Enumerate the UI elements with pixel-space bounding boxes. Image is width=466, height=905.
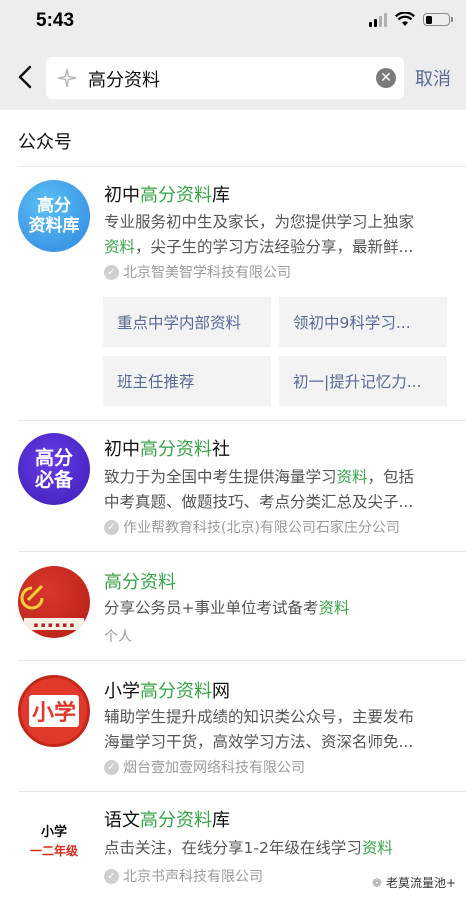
account-item[interactable]: ▪ ▪ ▪ ▪ ▪ ▪ 高分资料 分享公务员+事业单位考试备考资料 个人 xyxy=(0,552,466,660)
sparkle-icon xyxy=(57,68,77,88)
wifi-icon xyxy=(395,12,415,26)
account-item[interactable]: 高分 资料库 初中高分资料库 专业服务初中生及家长，为您提供学习上独家 资料，尖… xyxy=(0,170,466,420)
account-description: 致力于为全国中考生提供海量学习资料，包括 中考真题、做题技巧、考点分类汇总及尖子… xyxy=(104,468,415,511)
avatar: 小学 xyxy=(18,675,90,747)
avatar: ▪ ▪ ▪ ▪ ▪ ▪ xyxy=(18,566,90,638)
account-name: 小学高分资料网 xyxy=(104,681,230,702)
search-query: 高分资料 xyxy=(88,70,160,91)
account-organization: ✓ 北京书声科技有限公司 xyxy=(104,866,263,886)
menu-button[interactable]: 领初中9科学习... xyxy=(279,297,447,347)
account-name: 高分资料 xyxy=(104,572,176,593)
back-button[interactable] xyxy=(12,62,38,92)
account-organization: ✓ 北京智美智学科技有限公司 xyxy=(104,262,291,282)
emblem-icon: ▪ ▪ ▪ ▪ ▪ ▪ xyxy=(20,584,84,630)
account-item[interactable]: 小学 小学高分资料网 辅助学生提升成绩的知识类公众号，主要发布 海量学习干货，高… xyxy=(0,661,466,791)
clear-button[interactable]: ✕ xyxy=(376,68,396,88)
account-organization: 个人 xyxy=(104,629,132,645)
avatar: 高分 必备 xyxy=(18,433,90,505)
account-description: 点击关注，在线分享1-2年级在线学习资料 xyxy=(104,839,393,857)
account-description: 分享公务员+事业单位考试备考资料 xyxy=(104,599,350,617)
wechat-icon: ❁ xyxy=(371,875,382,890)
menu-button[interactable]: 初一|提升记忆力... xyxy=(279,356,447,406)
account-description: 专业服务初中生及家长，为您提供学习上独家 资料，尖子生的学习方法经验分享，最新鲜… xyxy=(104,213,415,256)
verified-icon: ✓ xyxy=(104,759,119,775)
account-item[interactable]: 高分 必备 初中高分资料社 致力于为全国中考生提供海量学习资料，包括 中考真题、… xyxy=(0,421,466,551)
avatar-text-1: 小学 xyxy=(28,695,79,727)
account-description: 辅助学生提升成绩的知识类公众号，主要发布 海量学习干货，高效学习方法、资深名师免… xyxy=(104,708,415,751)
section-title: 公众号 xyxy=(18,132,72,153)
verified-icon: ✓ xyxy=(104,519,119,535)
watermark: ❁ 老莫流量池+ xyxy=(371,875,456,891)
avatar-text-1: 高分 xyxy=(37,196,71,216)
menu-button[interactable]: 班主任推荐 xyxy=(103,356,271,406)
signal-icon xyxy=(369,12,387,27)
status-icons xyxy=(369,12,453,27)
cancel-button[interactable]: 取消 xyxy=(415,65,451,91)
account-name: 初中高分资料社 xyxy=(104,439,230,460)
avatar-text-1: 高分 xyxy=(34,447,73,469)
avatar: 小学 一二年级 xyxy=(18,806,90,878)
divider xyxy=(18,166,466,167)
verified-icon: ✓ xyxy=(104,868,119,884)
chevron-left-icon xyxy=(18,65,32,89)
close-icon: ✕ xyxy=(380,70,392,86)
account-organization: ✓ 作业帮教育科技(北京)有限公司石家庄分公司 xyxy=(104,517,400,537)
avatar-text-2: 一二年级 xyxy=(29,844,78,858)
avatar-text-1: 小学 xyxy=(40,825,67,840)
svg-text:▪ ▪ ▪ ▪ ▪ ▪: ▪ ▪ ▪ ▪ ▪ ▪ xyxy=(34,621,75,629)
avatar: 高分 资料库 xyxy=(18,180,90,252)
search-bar: 高分资料 ✕ 取消 xyxy=(0,44,466,110)
avatar-text-2: 资料库 xyxy=(28,216,80,236)
avatar-text-2: 必备 xyxy=(34,469,73,491)
search-input[interactable]: 高分资料 ✕ xyxy=(46,57,404,99)
account-name: 初中高分资料库 xyxy=(104,185,230,206)
menu-button[interactable]: 重点中学内部资料 xyxy=(103,297,271,347)
battery-icon xyxy=(423,13,453,26)
account-name: 语文高分资料库 xyxy=(104,810,230,831)
account-organization: ✓ 烟台壹加壹网络科技有限公司 xyxy=(104,757,305,777)
status-bar: 5:43 xyxy=(0,0,466,44)
verified-icon: ✓ xyxy=(104,264,119,280)
status-time: 5:43 xyxy=(36,10,75,31)
